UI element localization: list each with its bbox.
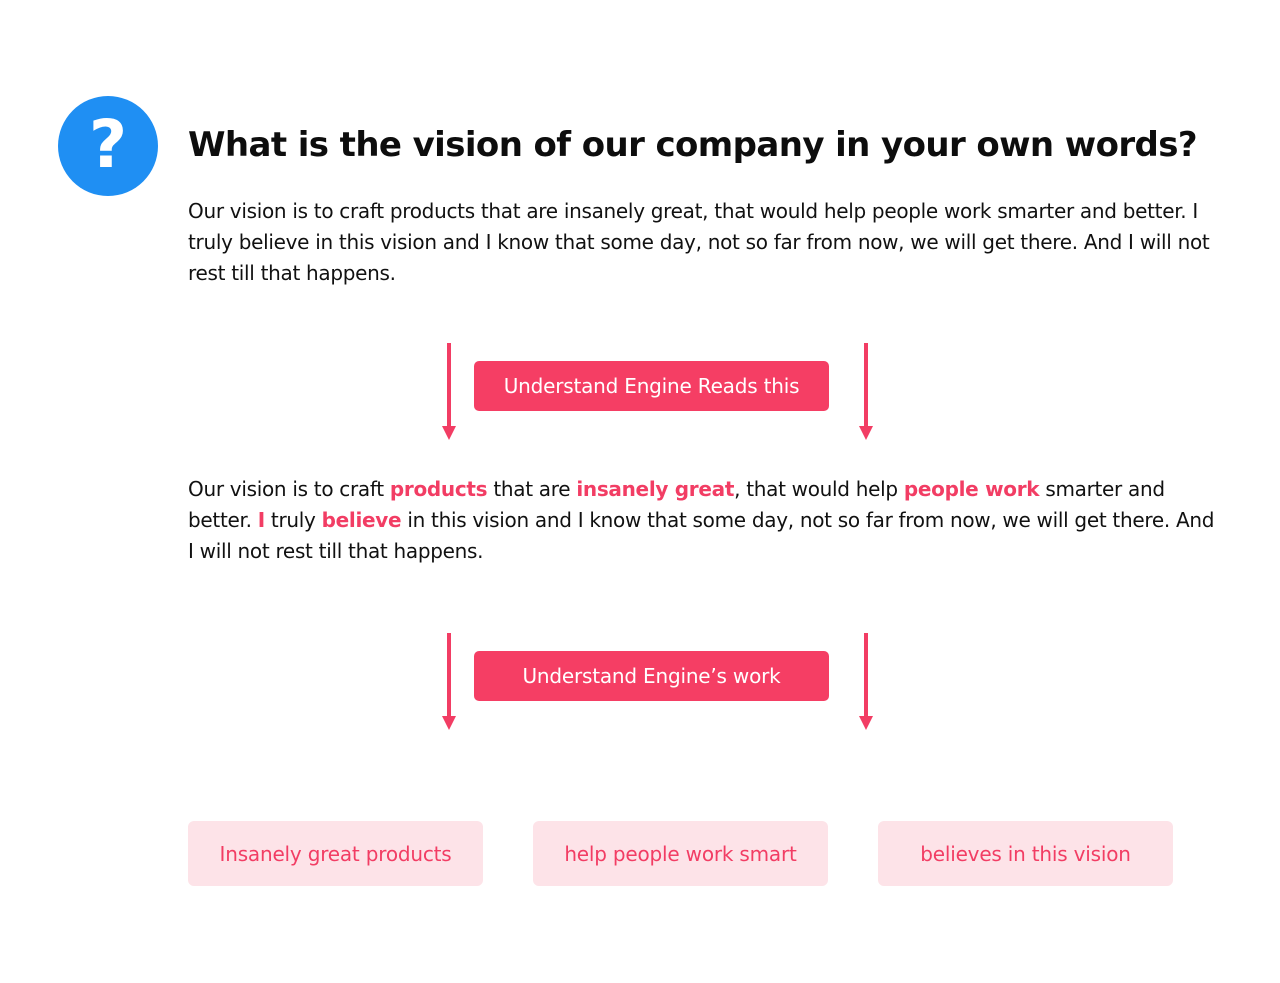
result-chip: believes in this vision <box>878 821 1173 886</box>
answer-segment: that are <box>487 477 577 501</box>
stage-label-work: Understand Engine’s work <box>474 651 829 701</box>
highlight-keyword: people work <box>903 477 1040 501</box>
answer-text: Our vision is to craft products that are… <box>188 199 1210 285</box>
question-mark-icon: ? <box>58 96 158 196</box>
highlight-keyword: I <box>257 508 265 532</box>
stage-label-reads: Understand Engine Reads this <box>474 361 829 411</box>
highlight-keyword: insanely great <box>576 477 735 501</box>
question-mark-glyph: ? <box>88 106 128 183</box>
highlight-keyword: believe <box>321 508 402 532</box>
answer-segment: , that would help <box>734 477 904 501</box>
question-title: What is the vision of our company in you… <box>188 125 1198 165</box>
arrow-down-left-1 <box>442 343 456 440</box>
result-chip: help people work smart <box>533 821 828 886</box>
answer-segment: truly <box>264 508 322 532</box>
highlighted-answer-text: Our vision is to craft products that are… <box>188 474 1218 567</box>
arrow-down-right-2 <box>859 633 873 730</box>
arrow-down-left-2 <box>442 633 456 730</box>
result-chip: Insanely great products <box>188 821 483 886</box>
highlight-keyword: products <box>389 477 488 501</box>
answer-segment: Our vision is to craft <box>188 477 390 501</box>
arrow-down-right-1 <box>859 343 873 440</box>
